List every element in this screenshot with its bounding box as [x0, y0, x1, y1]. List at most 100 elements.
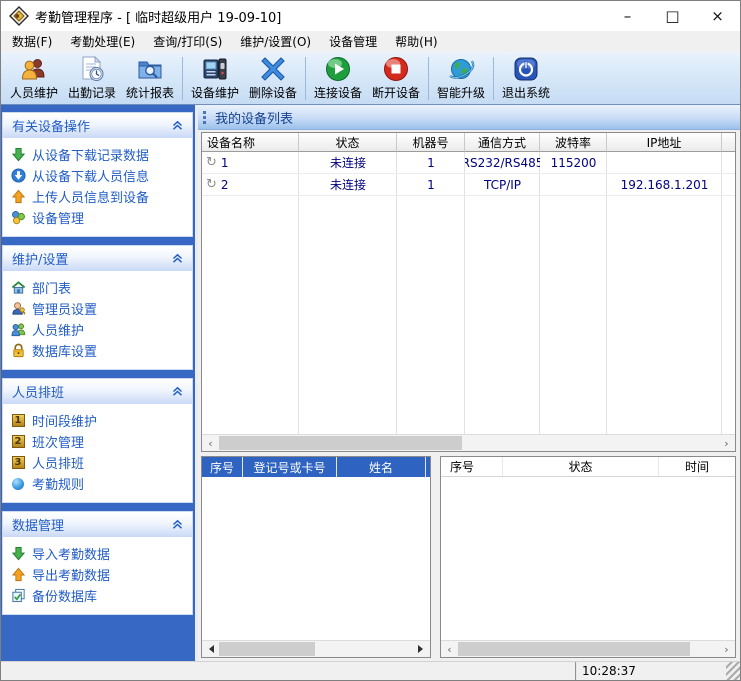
column-header-seq[interactable]: 序号 [202, 457, 242, 477]
employee-table-body[interactable] [202, 477, 430, 640]
sidebar-item-backup-database[interactable]: 备份数据库 [10, 585, 188, 606]
device-list-panel: 设备名称 状态 机器号 通信方式 波特率 IP地址 端口 ↻1 [201, 132, 736, 452]
toolbar-label: 断开设备 [372, 84, 420, 101]
caption-drag-grip[interactable] [203, 111, 206, 124]
chevron-up-icon [172, 120, 183, 131]
scroll-left-arrow[interactable]: ‹ [202, 435, 219, 451]
column-header-baud-rate[interactable]: 波特率 [540, 133, 607, 152]
disconnect-device-icon [382, 55, 410, 83]
menu-bar: 数据(F) 考勤处理(E) 查询/打印(S) 维护/设置(O) 设备管理 帮助(… [1, 31, 740, 52]
number-1-icon: 1 [10, 413, 26, 429]
column-header-comm-mode[interactable]: 通信方式 [465, 133, 540, 152]
scrollbar-track[interactable] [458, 641, 718, 657]
sidebar-item-time-period[interactable]: 1 时间段维护 [10, 410, 188, 431]
sidebar-item-label: 从设备下载人员信息 [32, 166, 149, 185]
sidebar-item-shift-manage[interactable]: 2 班次管理 [10, 431, 188, 452]
section-header-maintain-settings[interactable]: 维护/设置 [3, 246, 192, 271]
column-header-name[interactable]: 姓名 [337, 457, 425, 477]
toolbar-label: 统计报表 [126, 84, 174, 101]
device-row-1[interactable]: ↻1 未连接 1 RS232/RS485 115200 0 [202, 152, 735, 174]
menu-data[interactable]: 数据(F) [3, 31, 61, 52]
report-button[interactable]: 统计报表 [121, 53, 179, 104]
record-table-body[interactable] [441, 477, 735, 640]
menu-device-manage[interactable]: 设备管理 [320, 31, 386, 52]
section-title: 人员排班 [12, 382, 64, 401]
delete-device-icon [259, 55, 287, 83]
column-header-extra[interactable] [426, 457, 430, 477]
sidebar-item-download-staff-info[interactable]: 从设备下载人员信息 [10, 165, 188, 186]
device-row-2[interactable]: ↻2 未连接 1 TCP/IP 192.168.1.201 4 [202, 174, 735, 196]
column-header-seq[interactable]: 序号 [441, 457, 503, 476]
toolbar-label: 连接设备 [314, 84, 362, 101]
menu-maintain-setting[interactable]: 维护/设置(O) [231, 31, 320, 52]
sidebar-item-device-manage[interactable]: 设备管理 [10, 207, 188, 228]
attendance-record-button[interactable]: 出勤记录 [63, 53, 121, 104]
sidebar-item-upload-staff-info[interactable]: 上传人员信息到设备 [10, 186, 188, 207]
record-list-panel: 序号 状态 时间 ‹ › [440, 456, 736, 658]
device-maintain-button[interactable]: 设备维护 [186, 53, 244, 104]
smart-upgrade-button[interactable]: 智能升级 [432, 53, 490, 104]
maximize-button[interactable]: □ [650, 1, 695, 31]
scrollbar-thumb[interactable] [219, 436, 462, 450]
scroll-right-arrow[interactable]: › [718, 435, 735, 451]
device-table-body: ↻1 未连接 1 RS232/RS485 115200 0 ↻2 未连接 1 T… [202, 152, 735, 434]
toolbar-separator [493, 57, 494, 100]
column-header-status[interactable]: 状态 [503, 457, 659, 476]
column-header-time[interactable]: 时间 [659, 457, 735, 476]
sidebar-item-admin-settings[interactable]: 管理员设置 [10, 298, 188, 319]
scrollbar-thumb[interactable] [458, 642, 690, 656]
sidebar-item-download-records[interactable]: 从设备下载记录数据 [10, 144, 188, 165]
scroll-right-arrow[interactable]: › [718, 641, 735, 657]
sidebar-item-attendance-rules[interactable]: 考勤规则 [10, 473, 188, 494]
number-3-icon: 3 [10, 455, 26, 471]
column-header-machine-no[interactable]: 机器号 [397, 133, 465, 152]
connect-device-button[interactable]: 连接设备 [309, 53, 367, 104]
export-orange-arrow-icon [10, 567, 26, 583]
sidebar-item-label: 时间段维护 [32, 411, 97, 430]
disconnect-device-button[interactable]: 断开设备 [367, 53, 425, 104]
staff-people-icon [10, 322, 26, 338]
section-body: 导入考勤数据 导出考勤数据 [3, 537, 192, 614]
download-blue-circle-icon [10, 168, 26, 184]
sidebar-item-label: 导出考勤数据 [32, 565, 110, 584]
scrollbar-track[interactable] [219, 641, 413, 657]
exit-system-button[interactable]: 退出系统 [497, 53, 555, 104]
sidebar-item-label: 备份数据库 [32, 586, 97, 605]
menu-help[interactable]: 帮助(H) [386, 31, 446, 52]
device-table-header: 设备名称 状态 机器号 通信方式 波特率 IP地址 端口 [202, 133, 735, 152]
section-header-data-manage[interactable]: 数据管理 [3, 512, 192, 537]
section-header-device-ops[interactable]: 有关设备操作 [3, 113, 192, 138]
scrollbar-track[interactable] [219, 435, 718, 451]
menu-query-print[interactable]: 查询/打印(S) [144, 31, 231, 52]
column-header-ip-address[interactable]: IP地址 [607, 133, 722, 152]
vertical-splitter[interactable] [431, 456, 440, 658]
report-icon [136, 55, 164, 83]
column-header-device-name[interactable]: 设备名称 [202, 133, 299, 152]
sidebar-item-staff-maintain[interactable]: 人员维护 [10, 319, 188, 340]
section-header-staff-schedule[interactable]: 人员排班 [3, 379, 192, 404]
scrollbar-thumb[interactable] [219, 642, 315, 656]
device-maintain-icon [201, 55, 229, 83]
sidebar-item-export-data[interactable]: 导出考勤数据 [10, 564, 188, 585]
column-header-reg-or-card-no[interactable]: 登记号或卡号 [243, 457, 336, 477]
column-header-status[interactable]: 状态 [299, 133, 397, 152]
scroll-right-arrow[interactable] [413, 641, 430, 657]
menu-attendance[interactable]: 考勤处理(E) [61, 31, 144, 52]
staff-maintain-button[interactable]: 人员维护 [5, 53, 63, 104]
column-header-port[interactable]: 端口 [722, 133, 736, 152]
sidebar-item-department-table[interactable]: 部门表 [10, 277, 188, 298]
scroll-left-arrow[interactable]: ‹ [441, 641, 458, 657]
scroll-left-arrow[interactable] [202, 641, 219, 657]
sidebar-item-database-settings[interactable]: 数据库设置 [10, 340, 188, 361]
backup-database-icon [10, 588, 26, 604]
sidebar-item-label: 人员维护 [32, 320, 84, 339]
resize-grip[interactable] [726, 662, 740, 680]
close-button[interactable]: × [695, 1, 740, 31]
section-body: 从设备下载记录数据 从设备下载人员信息 上传人员信息到设备 [3, 138, 192, 236]
delete-device-button[interactable]: 删除设备 [244, 53, 302, 104]
bottom-panes: 序号 登记号或卡号 姓名 [201, 456, 736, 658]
sidebar-item-import-data[interactable]: 导入考勤数据 [10, 543, 188, 564]
minimize-button[interactable]: – [605, 1, 650, 31]
sidebar-item-staff-schedule[interactable]: 3 人员排班 [10, 452, 188, 473]
sidebar-item-label: 上传人员信息到设备 [32, 187, 149, 206]
